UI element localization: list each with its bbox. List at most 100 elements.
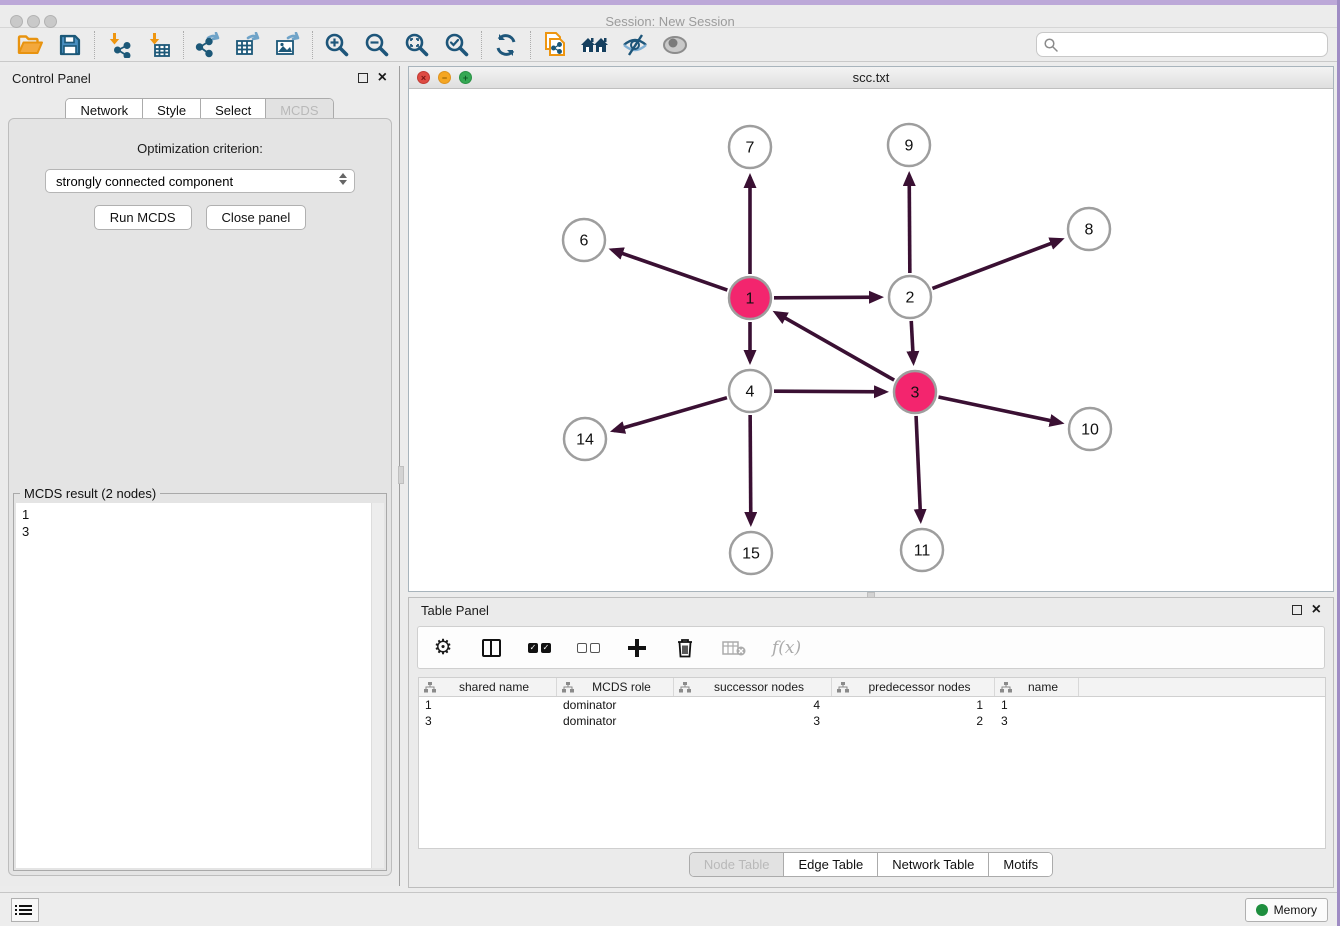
graph-edge-1-6[interactable] <box>612 250 727 290</box>
delete-column-trash-icon[interactable] <box>674 637 696 658</box>
window-top-accent <box>0 0 1340 5</box>
table-row[interactable]: 1dominator411 <box>419 697 1325 713</box>
graph-edge-2-8[interactable] <box>932 240 1061 289</box>
app-title: Session: New Session <box>0 14 1340 29</box>
tab-edge-table[interactable]: Edge Table <box>784 853 878 876</box>
close-table-panel-icon[interactable]: × <box>1312 605 1321 615</box>
table-row[interactable]: 3dominator323 <box>419 713 1325 729</box>
vertical-splitter-handle[interactable] <box>398 466 404 484</box>
export-table-icon[interactable] <box>228 30 268 60</box>
show-columns-icon[interactable] <box>480 639 502 657</box>
save-session-icon[interactable] <box>50 30 90 60</box>
table-cell: 3 <box>995 713 1079 729</box>
clone-network-icon[interactable] <box>535 30 575 60</box>
hide-graphics-details-icon[interactable] <box>615 30 655 60</box>
column-header-successor-nodes[interactable]: successor nodes <box>674 678 832 696</box>
graph-node-label: 14 <box>576 432 594 449</box>
memory-button[interactable]: Memory <box>1245 898 1328 922</box>
float-table-panel-icon[interactable] <box>1292 605 1302 615</box>
task-history-button[interactable] <box>11 898 39 922</box>
apply-layout-icon[interactable] <box>486 30 526 60</box>
graph-node-8[interactable]: 8 <box>1068 208 1110 250</box>
status-bar: Memory <box>0 892 1340 926</box>
zoom-in-icon[interactable] <box>317 30 357 60</box>
result-scrollbar[interactable] <box>371 503 384 868</box>
node-table: shared nameMCDS rolesuccessor nodesprede… <box>418 677 1326 849</box>
add-column-plus-icon[interactable] <box>626 639 648 657</box>
toolbar-separator <box>94 31 95 59</box>
graph-node-11[interactable]: 11 <box>901 529 943 571</box>
table-settings-gear-icon[interactable]: ⚙ <box>432 638 454 658</box>
graph-node-label: 10 <box>1081 422 1099 439</box>
table-cell: 2 <box>832 713 995 729</box>
network-window-titlebar[interactable]: × − + scc.txt <box>409 67 1333 89</box>
graph-node-10[interactable]: 10 <box>1069 408 1111 450</box>
table-cell: 1 <box>419 697 557 713</box>
mcds-result-text[interactable]: 1 3 <box>16 503 371 868</box>
zoom-fit-icon[interactable] <box>397 30 437 60</box>
graph-edge-4-15[interactable] <box>750 415 751 523</box>
column-header-MCDS-role[interactable]: MCDS role <box>557 678 674 696</box>
graph-node-label: 8 <box>1085 222 1094 239</box>
graph-edge-3-11[interactable] <box>916 416 921 520</box>
graph-node-2[interactable]: 2 <box>889 276 931 318</box>
network-close-button[interactable]: × <box>417 71 430 84</box>
graph-node-label: 15 <box>742 546 760 563</box>
control-panel: Control Panel × NetworkStyleSelectMCDS O… <box>0 66 400 886</box>
close-panel-icon[interactable]: × <box>378 73 387 83</box>
graph-edge-1-2[interactable] <box>774 297 880 298</box>
graph-edge-2-9[interactable] <box>909 175 910 273</box>
deselect-all-rows-icon[interactable] <box>577 643 600 653</box>
graph-node-6[interactable]: 6 <box>563 219 605 261</box>
graph-edge-4-3[interactable] <box>774 391 885 392</box>
column-header-predecessor-nodes[interactable]: predecessor nodes <box>832 678 995 696</box>
network-canvas[interactable]: 7 9 6 8 1 2 4 3 14 10 15 11 <box>409 89 1333 591</box>
graph-node-9[interactable]: 9 <box>888 124 930 166</box>
birds-eye-view-icon[interactable] <box>655 30 695 60</box>
toolbar-separator <box>530 31 531 59</box>
import-table-icon[interactable] <box>139 30 179 60</box>
zoom-out-icon[interactable] <box>357 30 397 60</box>
toolbar-separator <box>312 31 313 59</box>
search-field[interactable] <box>1036 32 1328 57</box>
float-panel-icon[interactable] <box>358 73 368 83</box>
graph-node-label: 1 <box>746 291 755 308</box>
graph-edge-3-1[interactable] <box>776 313 894 380</box>
zoom-selected-icon[interactable] <box>437 30 477 60</box>
control-panel-title: Control Panel <box>12 71 91 86</box>
close-panel-button[interactable]: Close panel <box>206 205 307 230</box>
graph-node-label: 6 <box>580 233 589 250</box>
export-image-icon[interactable] <box>268 30 308 60</box>
network-maximize-button[interactable]: + <box>459 71 472 84</box>
graph-edge-2-3[interactable] <box>911 321 913 362</box>
graph-node-label: 11 <box>914 543 931 560</box>
graph-node-14[interactable]: 14 <box>564 418 606 460</box>
network-minimize-button[interactable]: − <box>438 71 451 84</box>
search-input[interactable] <box>1063 38 1327 52</box>
open-file-icon[interactable] <box>10 30 50 60</box>
app-titlebar: Session: New Session <box>0 5 1340 28</box>
graph-node-1[interactable]: 1 <box>729 277 771 319</box>
graph-node-15[interactable]: 15 <box>730 532 772 574</box>
optimization-criterion-value: strongly connected component <box>56 174 233 189</box>
select-all-rows-icon[interactable]: ✓✓ <box>528 643 551 653</box>
tab-motifs[interactable]: Motifs <box>989 853 1052 876</box>
column-header-name[interactable]: name <box>995 678 1079 696</box>
table-cell: 4 <box>674 697 832 713</box>
tab-node-table[interactable]: Node Table <box>690 853 785 876</box>
network-graph: 7 9 6 8 1 2 4 3 14 10 15 11 <box>409 89 1333 591</box>
import-network-icon[interactable] <box>99 30 139 60</box>
graph-edge-3-10[interactable] <box>938 397 1060 423</box>
graph-node-7[interactable]: 7 <box>729 126 771 168</box>
optimization-criterion-select[interactable]: strongly connected component <box>45 169 355 193</box>
home-icon[interactable] <box>575 30 615 60</box>
table-panel: Table Panel × ⚙ ✓✓ f(x) shared nameMCDS … <box>408 597 1334 888</box>
export-network-icon[interactable] <box>188 30 228 60</box>
graph-node-label: 9 <box>905 138 914 155</box>
column-header-shared-name[interactable]: shared name <box>419 678 557 696</box>
graph-node-4[interactable]: 4 <box>729 370 771 412</box>
run-mcds-button[interactable]: Run MCDS <box>94 205 192 230</box>
graph-node-3[interactable]: 3 <box>894 371 936 413</box>
tab-network-table[interactable]: Network Table <box>878 853 989 876</box>
graph-edge-4-14[interactable] <box>614 398 727 431</box>
